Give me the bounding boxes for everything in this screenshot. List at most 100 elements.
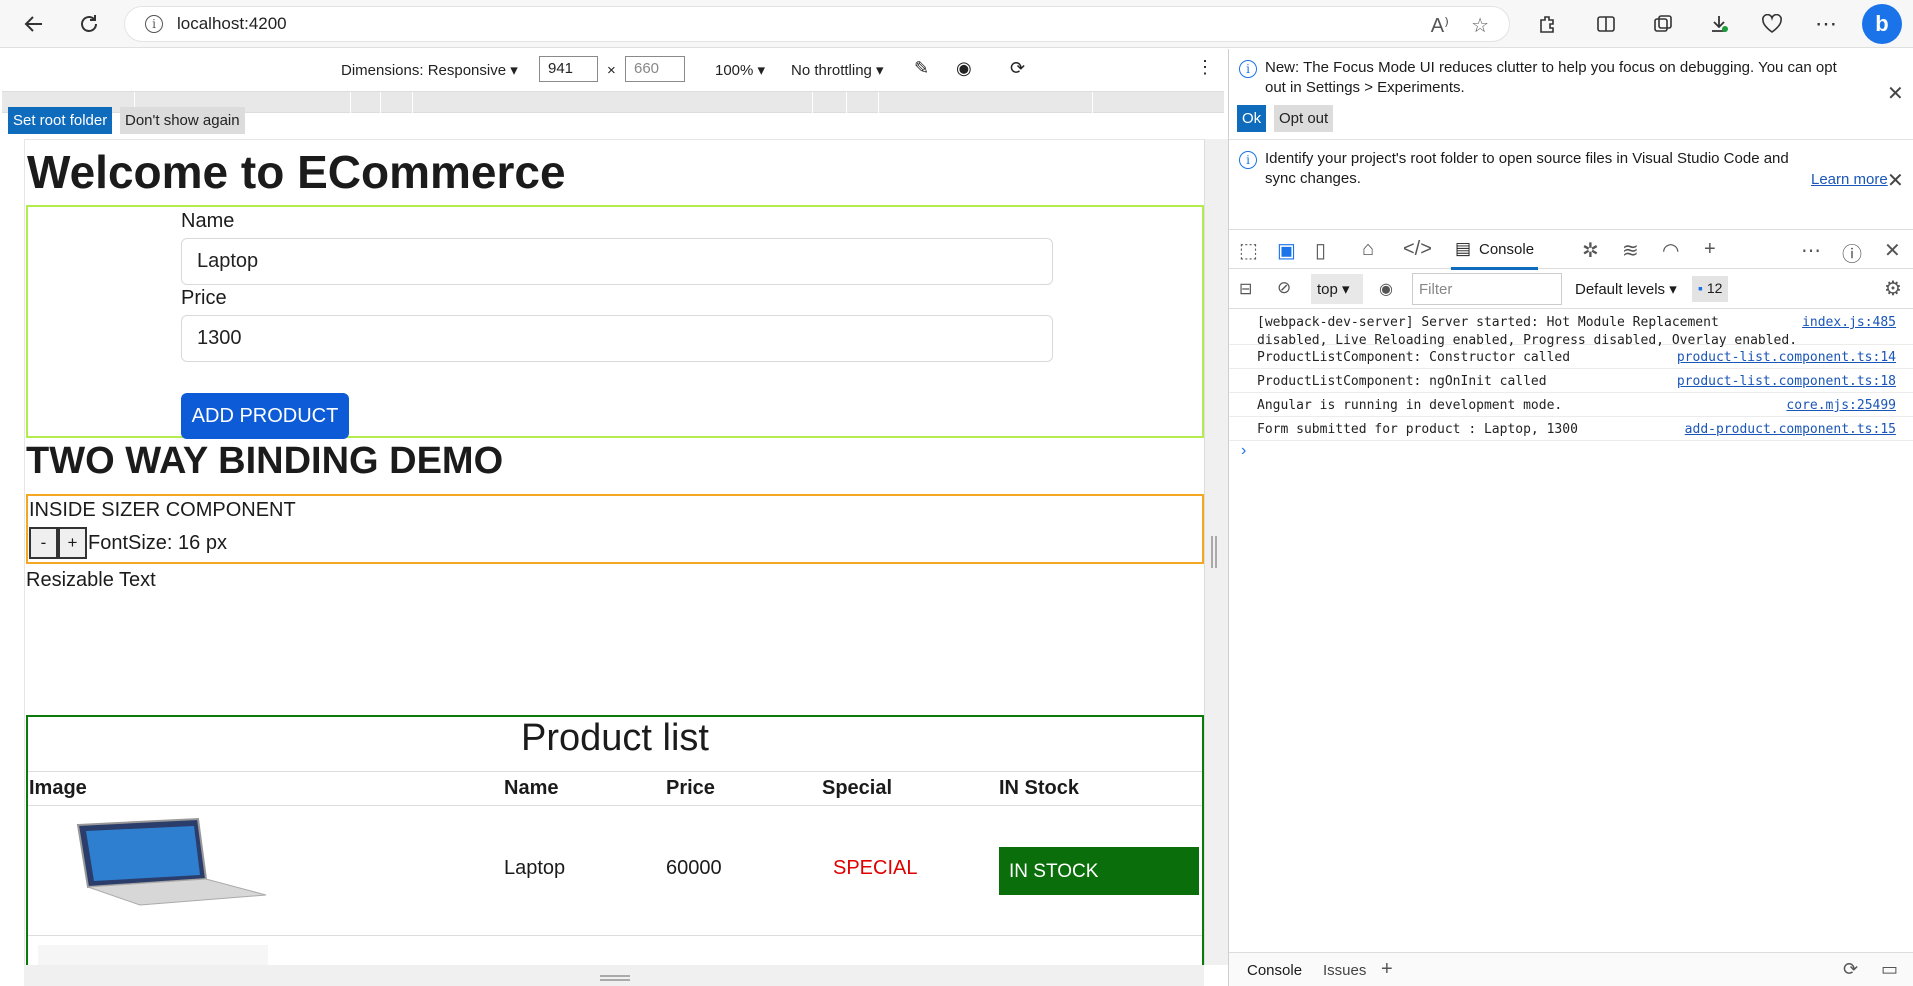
emulated-viewport: Welcome to ECommerce Name Laptop Price 1… [24, 139, 1204, 965]
devtools-tab-bar: ⬚ ▣ ▯ ⌂ </> ▤ Console ✲ ≋ ◠ + ⋯ ⓘ ✕ [1229, 229, 1913, 270]
favorite-star-icon[interactable]: ☆ [1471, 13, 1489, 38]
add-tab-icon[interactable]: + [1704, 238, 1716, 261]
vision-deficiency-icon[interactable]: ◉ [956, 58, 972, 79]
root-folder-notice: i Identify your project's root folder to… [8, 107, 1913, 229]
live-expression-eye-icon[interactable]: ◉ [1379, 279, 1393, 299]
learn-more-link[interactable]: Learn more [1811, 171, 1888, 188]
add-product-button[interactable]: ADD PRODUCT [181, 393, 349, 439]
console-icon: ▤ [1455, 239, 1472, 258]
name-label: Name [181, 210, 235, 232]
device-more-icon[interactable]: ⋮ [1196, 57, 1214, 78]
row-name: Laptop [504, 857, 566, 879]
resizable-text: Resizable Text [26, 569, 156, 591]
console-settings-gear-icon[interactable]: ⚙ [1884, 276, 1902, 301]
rotate-icon[interactable]: ⟳ [1010, 58, 1025, 79]
price-input[interactable]: 1300 [181, 315, 1053, 362]
resize-grip-vertical[interactable] [1211, 536, 1217, 568]
log-levels-dropdown[interactable]: Default levels ▾ [1575, 280, 1677, 298]
copilot-icon[interactable]: b [1862, 4, 1902, 44]
clear-console-icon[interactable]: ⊘ [1277, 278, 1291, 298]
close-icon[interactable]: ✕ [1887, 168, 1904, 193]
issues-bug-icon[interactable]: ✲ [1582, 238, 1599, 263]
console-filter-input[interactable]: Filter [1412, 273, 1562, 305]
refresh-icon[interactable] [73, 8, 105, 40]
devtools-panel: i New: The Focus Mode UI reduces clutter… [8, 49, 1913, 986]
source-link[interactable]: core.mjs:25499 [1786, 398, 1896, 413]
ok-button[interactable]: Ok [1237, 105, 1267, 132]
focus-notice-text: New: The Focus Mode UI reduces clutter t… [1265, 59, 1837, 96]
close-devtools-icon[interactable]: ✕ [1884, 238, 1901, 263]
drawer-rotate-icon[interactable]: ⟳ [1843, 959, 1858, 980]
col-price: Price [666, 777, 715, 799]
throttling-dropdown[interactable]: No throttling ▾ [791, 61, 884, 79]
back-icon[interactable] [18, 8, 50, 40]
col-name: Name [504, 777, 559, 799]
context-select[interactable]: top ▾ [1311, 274, 1363, 304]
drawer-tab-issues[interactable]: Issues [1323, 962, 1366, 979]
row-special: SPECIAL [833, 857, 918, 879]
split-screen-icon[interactable] [1590, 8, 1622, 40]
site-info-icon[interactable]: i [145, 15, 163, 33]
resize-grip-horizontal[interactable] [600, 975, 630, 981]
issues-count-badge[interactable]: ▪ 12 [1692, 276, 1729, 302]
more-options-icon[interactable]: ⋯ [1810, 8, 1842, 40]
console-prompt[interactable]: › [1241, 442, 1246, 460]
more-tools-icon[interactable]: ⋯ [1801, 238, 1821, 263]
address-bar[interactable]: i localhost:4200 A⁾ ☆ [124, 6, 1510, 42]
col-special: Special [822, 777, 893, 799]
times-sign: × [607, 62, 616, 79]
console-message: ProductListComponent: ngOnInit called pr… [1229, 369, 1913, 393]
focus-mode-notice: i New: The Focus Mode UI reduces clutter… [1229, 49, 1913, 139]
device-toolbar: Dimensions: Responsive ▾ 941 × 660 100% … [0, 49, 1228, 91]
source-link[interactable]: add-product.component.ts:15 [1685, 422, 1896, 437]
devtools-drawer: Console Issues + ⟳ ▭ [1229, 952, 1913, 986]
drawer-add-tab-icon[interactable]: + [1381, 958, 1393, 981]
help-icon[interactable]: ⓘ [1842, 238, 1862, 267]
device-toolbar-icon[interactable]: ▣ [1277, 238, 1296, 263]
set-root-folder-button[interactable]: Set root folder [8, 107, 113, 134]
browser-essentials-icon[interactable] [1756, 8, 1788, 40]
sizer-component: INSIDE SIZER COMPONENT - + FontSize: 16 … [26, 494, 1204, 564]
sidebar-toggle-icon[interactable]: ⊟ [1239, 279, 1252, 299]
dont-show-again-button[interactable]: Don't show again [120, 107, 245, 134]
inspect-element-icon[interactable]: ⬚ [1239, 238, 1258, 263]
drawer-tab-console[interactable]: Console [1247, 962, 1302, 979]
increase-button[interactable]: + [58, 527, 87, 559]
source-link[interactable]: product-list.component.ts:14 [1677, 350, 1896, 365]
decrease-button[interactable]: - [29, 527, 58, 559]
zoom-dropdown[interactable]: 100% ▾ [715, 61, 765, 79]
row-in-stock-badge: IN STOCK [999, 847, 1199, 895]
drawer-collapse-icon[interactable]: ▭ [1881, 959, 1898, 980]
height-input[interactable]: 660 [625, 56, 685, 82]
product-list-title: Product list [521, 717, 709, 759]
eyedropper-icon[interactable]: ✎ [914, 58, 929, 79]
welcome-home-icon[interactable]: ⌂ [1362, 238, 1374, 261]
extensions-icon[interactable] [1531, 8, 1563, 40]
source-link[interactable]: index.js:485 [1802, 315, 1896, 330]
read-aloud-icon[interactable]: A⁾ [1431, 13, 1449, 38]
tab-console[interactable]: ▤ Console [1451, 230, 1539, 270]
dimensions-dropdown[interactable]: Dimensions: Responsive ▾ [341, 61, 518, 79]
address-url[interactable]: localhost:4200 [177, 14, 287, 34]
col-image: Image [29, 777, 87, 799]
price-label: Price [181, 287, 227, 309]
console-message: ProductListComponent: Constructor called… [1229, 345, 1913, 369]
source-link[interactable]: product-list.component.ts:18 [1677, 374, 1896, 389]
console-message: Form submitted for product : Laptop, 130… [1229, 417, 1913, 441]
add-product-form: Name Laptop Price 1300 ADD PRODUCT [26, 205, 1204, 439]
downloads-icon[interactable] [1703, 8, 1735, 40]
network-wifi-icon[interactable]: ≋ [1622, 238, 1639, 263]
name-input[interactable]: Laptop [181, 238, 1053, 285]
two-way-title: TWO WAY BINDING DEMO [26, 440, 504, 482]
app-title: Welcome to ECommerce [27, 146, 566, 198]
performance-icon[interactable]: ◠ [1662, 238, 1679, 263]
close-icon[interactable]: ✕ [1887, 81, 1904, 106]
row-price: 60000 [666, 857, 722, 879]
collections-icon[interactable] [1647, 8, 1679, 40]
width-input[interactable]: 941 [539, 56, 598, 82]
dock-icon[interactable]: ▯ [1315, 238, 1326, 263]
info-icon: i [1239, 151, 1257, 169]
elements-icon[interactable]: </> [1403, 238, 1432, 261]
console-message: Angular is running in development mode. … [1229, 393, 1913, 417]
opt-out-button[interactable]: Opt out [1274, 105, 1334, 132]
